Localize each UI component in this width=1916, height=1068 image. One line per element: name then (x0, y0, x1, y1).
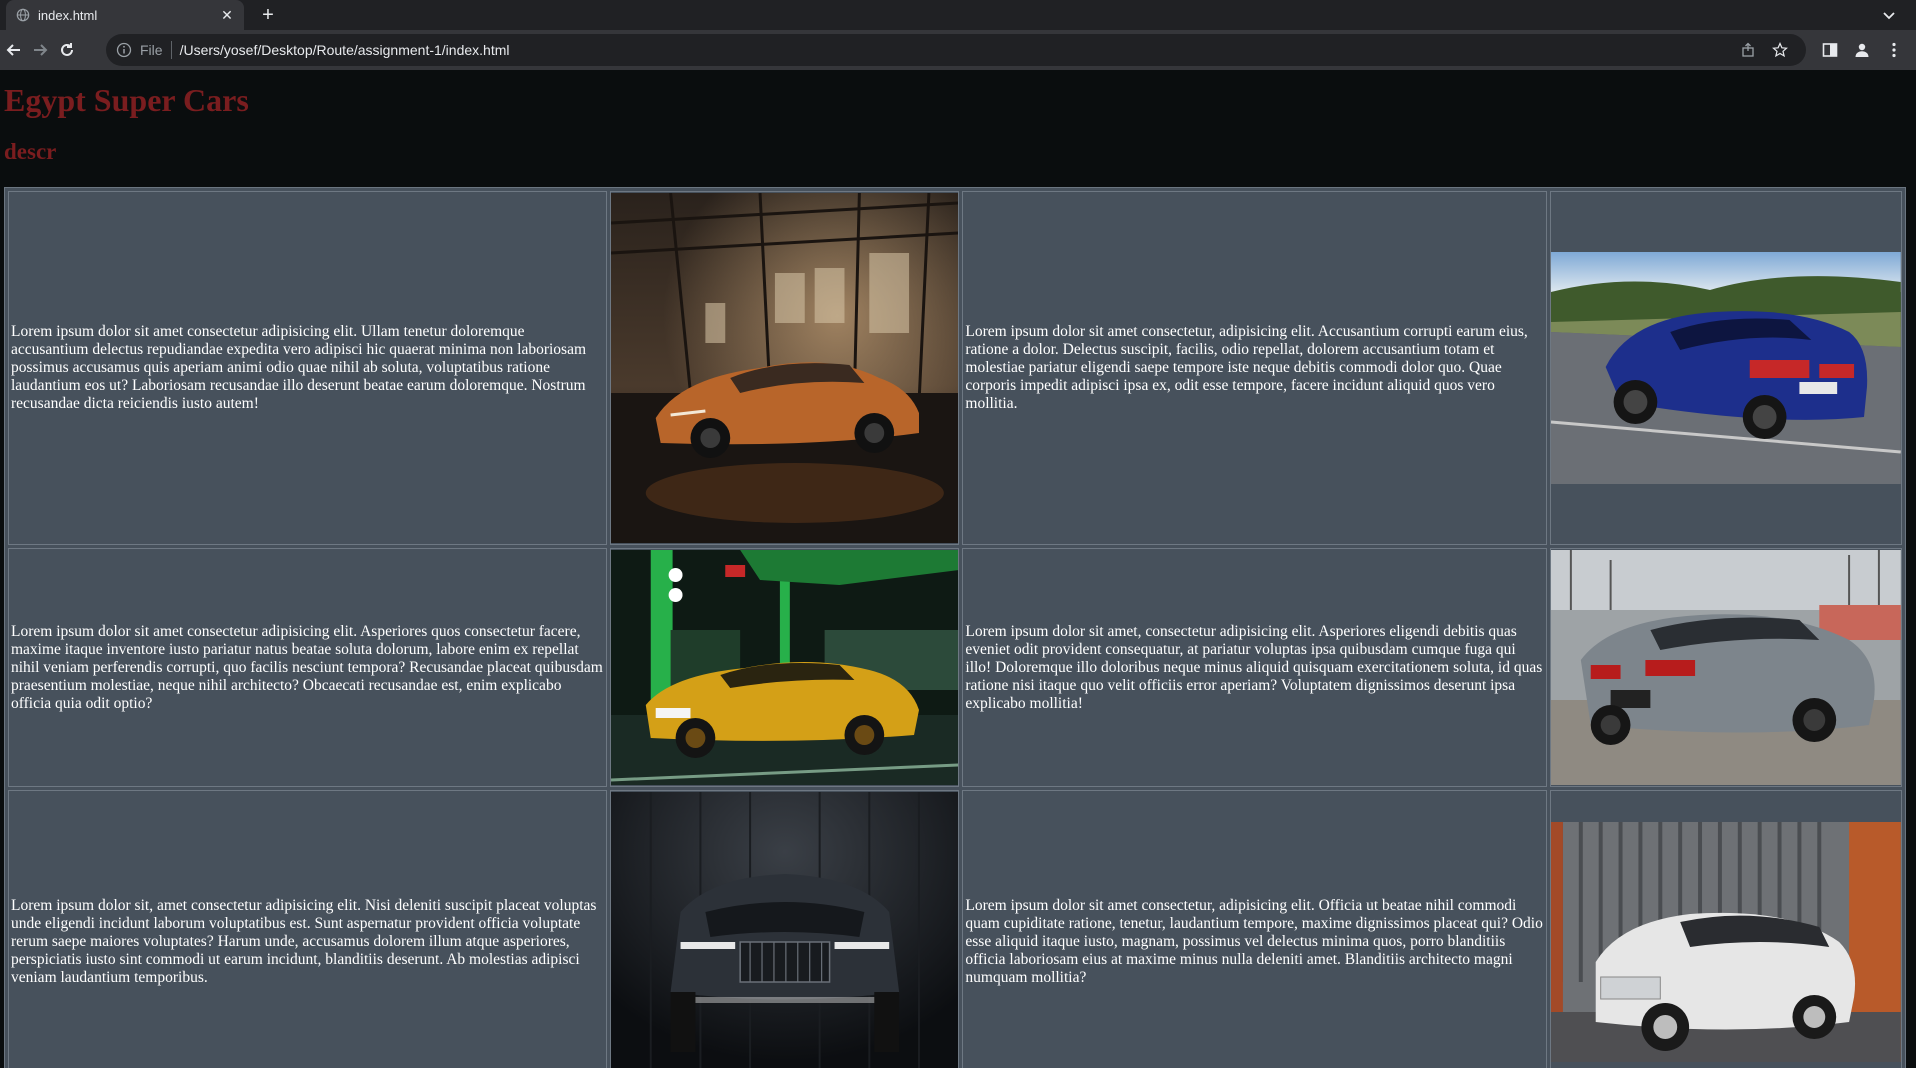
url-divider (170, 41, 172, 59)
forward-arrow-icon[interactable] (30, 40, 50, 60)
more-menu-icon[interactable] (1885, 41, 1903, 59)
url-text[interactable]: /Users/yosef/Desktop/Route/assignment-1/… (180, 42, 510, 58)
globe-icon (16, 8, 30, 22)
car-description-cell: Lorem ipsum dolor sit amet consectetur, … (962, 790, 1548, 1068)
grey-bmw-photo (1551, 550, 1901, 785)
car-photo-cell (609, 790, 960, 1068)
orange-porsche-photo (610, 193, 959, 543)
web-page: Egypt Super Cars descr Lorem ipsum dolor… (0, 70, 1916, 1068)
car-photo-cell (1550, 191, 1902, 545)
table-row: Lorem ipsum dolor sit, amet consectetur … (8, 790, 1902, 1068)
car-description-cell: Lorem ipsum dolor sit amet consectetur a… (8, 548, 607, 787)
car-description-cell: Lorem ipsum dolor sit amet, consectetur … (962, 548, 1548, 787)
browser-toolbar: File /Users/yosef/Desktop/Route/assignme… (0, 30, 1916, 70)
white-volvo-photo (1551, 822, 1901, 1062)
share-icon[interactable] (1740, 42, 1756, 58)
browser-tab[interactable]: index.html ✕ (6, 0, 244, 30)
tab-title: index.html (38, 7, 98, 23)
bookmark-star-icon[interactable] (1772, 42, 1788, 58)
dark-suv-photo (610, 792, 959, 1068)
address-bar[interactable]: File /Users/yosef/Desktop/Route/assignme… (106, 34, 1806, 66)
car-photo-cell (1550, 548, 1902, 787)
reload-icon[interactable] (57, 40, 77, 60)
table-row: Lorem ipsum dolor sit amet consectetur a… (8, 191, 1902, 545)
car-description-cell: Lorem ipsum dolor sit amet consectetur a… (8, 191, 607, 545)
table-row: Lorem ipsum dolor sit amet consectetur a… (8, 548, 1902, 787)
blue-bmw-photo (1551, 252, 1901, 484)
profile-icon[interactable] (1853, 41, 1871, 59)
chevron-down-icon[interactable] (1880, 6, 1898, 24)
side-panel-icon[interactable] (1821, 41, 1839, 59)
close-tab-icon[interactable]: ✕ (218, 7, 236, 24)
cars-table: Lorem ipsum dolor sit amet consectetur a… (4, 187, 1906, 1068)
yellow-bmw-photo (610, 550, 959, 785)
page-title: Egypt Super Cars (4, 82, 249, 118)
car-photo-cell (1550, 790, 1902, 1068)
browser-tab-strip: index.html ✕ + (0, 0, 1916, 30)
car-description-cell: Lorem ipsum dolor sit amet consectetur, … (962, 191, 1548, 545)
page-description: descr (4, 139, 57, 164)
back-arrow-icon[interactable] (4, 40, 24, 60)
car-photo-cell (609, 191, 960, 545)
car-description-cell: Lorem ipsum dolor sit, amet consectetur … (8, 790, 607, 1068)
url-scheme-label: File (140, 42, 163, 58)
new-tab-button[interactable]: + (256, 3, 280, 27)
info-icon[interactable] (116, 42, 132, 58)
car-photo-cell (609, 548, 960, 787)
